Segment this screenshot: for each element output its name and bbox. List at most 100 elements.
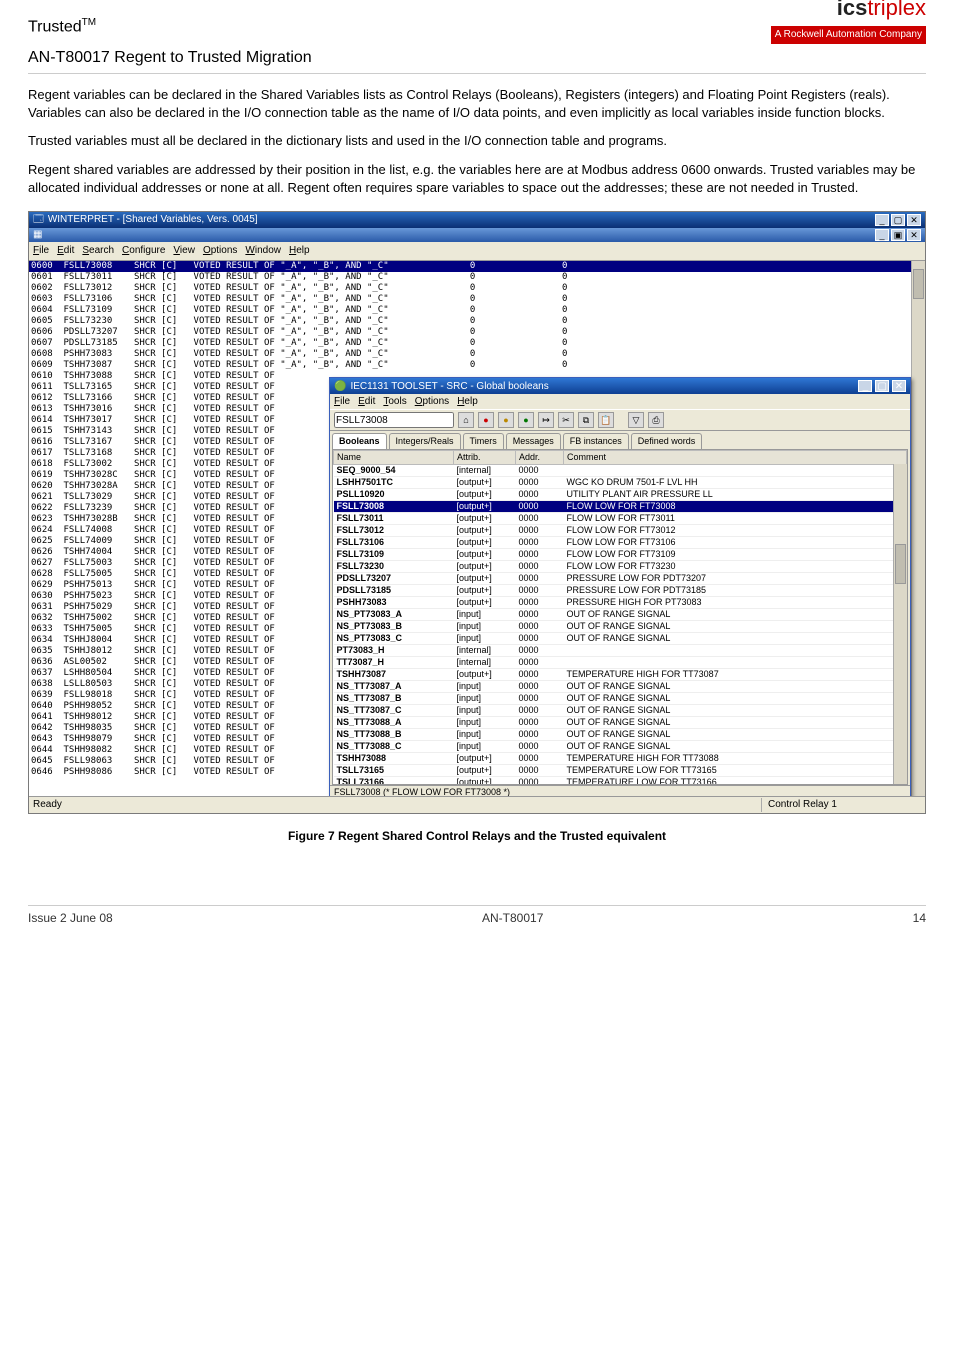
iec1131-tabs[interactable]: BooleansIntegers/RealsTimersMessagesFB i… <box>330 431 910 449</box>
footer-right: 14 <box>913 910 926 927</box>
grid-row[interactable]: TSLL73166[output+]0000TEMPERATURE LOW FO… <box>334 777 907 786</box>
grid-row[interactable]: NS_PT73083_C[input]0000OUT OF RANGE SIGN… <box>334 633 907 645</box>
paragraph-2: Trusted variables must all be declared i… <box>28 132 926 150</box>
tab-booleans[interactable]: Booleans <box>332 433 387 449</box>
iec-min[interactable]: _ <box>858 380 872 392</box>
col-name[interactable]: Name <box>334 451 454 465</box>
grid-row[interactable]: PDSLL73207[output+]0000PRESSURE LOW FOR … <box>334 573 907 585</box>
iec-menu-tools[interactable]: Tools <box>383 396 406 407</box>
grid-row[interactable]: FSLL73106[output+]0000FLOW LOW FOR FT731… <box>334 537 907 549</box>
shared-row[interactable]: 0601 FSLL73011 SHCR [C] VOTED RESULT OF … <box>29 272 925 283</box>
iec1131-menubar[interactable]: File Edit Tools Options Help <box>330 394 910 409</box>
grid-row[interactable]: PT73083_H[internal]0000 <box>334 645 907 657</box>
search-icon[interactable]: ● <box>518 412 534 428</box>
maximize-button[interactable]: ▢ <box>891 214 905 226</box>
grid-row[interactable]: PDSLL73185[output+]0000PRESSURE LOW FOR … <box>334 585 907 597</box>
menu-help[interactable]: Help <box>289 245 310 256</box>
cut-icon[interactable]: ✂ <box>558 412 574 428</box>
menu-edit[interactable]: Edit <box>57 245 74 256</box>
menu-search[interactable]: Search <box>82 245 114 256</box>
iec-menu-file[interactable]: File <box>334 396 350 407</box>
col-addr[interactable]: Addr. <box>516 451 564 465</box>
tab-defined-words[interactable]: Defined words <box>631 433 703 449</box>
iec-menu-edit[interactable]: Edit <box>358 396 375 407</box>
shared-row[interactable]: 0606 PDSLL73207 SHCR [C] VOTED RESULT OF… <box>29 327 925 338</box>
iec-max[interactable]: ▢ <box>875 380 889 392</box>
shared-row[interactable]: 0602 FSLL73012 SHCR [C] VOTED RESULT OF … <box>29 283 925 294</box>
grid-row[interactable]: TSHH73088[output+]0000TEMPERATURE HIGH F… <box>334 753 907 765</box>
winterpret-menubar[interactable]: File Edit Search Configure View Options Window… <box>29 242 925 260</box>
boolean-grid[interactable]: NameAttrib.Addr.Comment SEQ_9000_54[inte… <box>332 449 908 785</box>
grid-row[interactable]: TT73087_H[internal]0000 <box>334 657 907 669</box>
print-icon[interactable]: ⎙ <box>648 412 664 428</box>
grid-row[interactable]: PSHH73083[output+]0000PRESSURE HIGH FOR … <box>334 597 907 609</box>
home-icon[interactable]: ⌂ <box>458 412 474 428</box>
grid-scrollbar[interactable] <box>893 464 907 784</box>
tab-integers-reals[interactable]: Integers/Reals <box>389 433 461 449</box>
grid-row[interactable]: FSLL73012[output+]0000FLOW LOW FOR FT730… <box>334 525 907 537</box>
grid-row[interactable]: NS_TT73088_C[input]0000OUT OF RANGE SIGN… <box>334 741 907 753</box>
shared-variable-listing[interactable]: 0600 FSLL73008 SHCR [C] VOTED RESULT OF … <box>29 260 925 796</box>
grid-row[interactable]: FSLL73109[output+]0000FLOW LOW FOR FT731… <box>334 549 907 561</box>
shared-row[interactable]: 0604 FSLL73109 SHCR [C] VOTED RESULT OF … <box>29 305 925 316</box>
col-comment[interactable]: Comment <box>564 451 907 465</box>
tab-timers[interactable]: Timers <box>463 433 504 449</box>
grid-row[interactable]: TSHH73087[output+]0000TEMPERATURE HIGH F… <box>334 669 907 681</box>
search-input[interactable] <box>334 412 454 428</box>
arrow-right-icon[interactable]: ↦ <box>538 412 554 428</box>
iec-menu-options[interactable]: Options <box>415 396 449 407</box>
shared-row[interactable]: 0600 FSLL73008 SHCR [C] VOTED RESULT OF … <box>29 261 925 272</box>
shared-row[interactable]: 0609 TSHH73087 SHCR [C] VOTED RESULT OF … <box>29 360 925 371</box>
col-attrib[interactable]: Attrib. <box>454 451 516 465</box>
footer-center: AN-T80017 <box>482 910 543 927</box>
grid-row[interactable]: SEQ_9000_54[internal]0000 <box>334 465 907 477</box>
app-icon: 🗔 <box>33 213 44 227</box>
grid-row[interactable]: FSLL73008[output+]0000FLOW LOW FOR FT730… <box>334 501 907 513</box>
grid-row[interactable]: TSLL73165[output+]0000TEMPERATURE LOW FO… <box>334 765 907 777</box>
grid-row[interactable]: NS_TT73088_B[input]0000OUT OF RANGE SIGN… <box>334 729 907 741</box>
grid-row[interactable]: NS_PT73083_A[input]0000OUT OF RANGE SIGN… <box>334 609 907 621</box>
shared-row[interactable]: 0608 PSHH73083 SHCR [C] VOTED RESULT OF … <box>29 349 925 360</box>
grid-row[interactable]: NS_TT73088_A[input]0000OUT OF RANGE SIGN… <box>334 717 907 729</box>
sort-icon[interactable]: ▽ <box>628 412 644 428</box>
scrollbar-outer[interactable] <box>911 261 925 796</box>
scrollbar-thumb[interactable] <box>913 269 924 299</box>
grid-row[interactable]: FSLL73011[output+]0000FLOW LOW FOR FT730… <box>334 513 907 525</box>
shared-row[interactable]: 0605 FSLL73230 SHCR [C] VOTED RESULT OF … <box>29 316 925 327</box>
grid-row[interactable]: LSHH7501TC[output+]0000WGC KO DRUM 7501-… <box>334 477 907 489</box>
mdi-minimize[interactable]: _ <box>875 229 889 241</box>
page-footer: Issue 2 June 08 AN-T80017 14 <box>28 905 926 927</box>
minimize-button[interactable]: _ <box>875 214 889 226</box>
menu-options[interactable]: Options <box>203 245 237 256</box>
mdi-restore[interactable]: ▣ <box>891 229 905 241</box>
pause-icon[interactable]: ● <box>498 412 514 428</box>
tab-messages[interactable]: Messages <box>506 433 561 449</box>
grid-row[interactable]: NS_TT73087_A[input]0000OUT OF RANGE SIGN… <box>334 681 907 693</box>
status-ready: Ready <box>33 798 761 812</box>
grid-row[interactable]: NS_TT73087_B[input]0000OUT OF RANGE SIGN… <box>334 693 907 705</box>
winterpret-titlebar[interactable]: 🗔 WINTERPRET - [Shared Variables, Vers. … <box>29 212 925 228</box>
paste-icon[interactable]: 📋 <box>598 412 614 428</box>
menu-window[interactable]: Window <box>245 245 281 256</box>
grid-scroll-thumb[interactable] <box>895 544 906 584</box>
menu-view[interactable]: View <box>173 245 195 256</box>
grid-row[interactable]: NS_TT73087_C[input]0000OUT OF RANGE SIGN… <box>334 705 907 717</box>
iec-menu-help[interactable]: Help <box>457 396 478 407</box>
grid-row[interactable]: FSLL73230[output+]0000FLOW LOW FOR FT732… <box>334 561 907 573</box>
iec-icon: 🟢 <box>334 381 346 392</box>
grid-row[interactable]: PSLL10920[output+]0000UTILITY PLANT AIR … <box>334 489 907 501</box>
stop-icon[interactable]: ● <box>478 412 494 428</box>
shared-row[interactable]: 0607 PDSLL73185 SHCR [C] VOTED RESULT OF… <box>29 338 925 349</box>
close-button[interactable]: ✕ <box>907 214 921 226</box>
shared-row[interactable]: 0603 FSLL73106 SHCR [C] VOTED RESULT OF … <box>29 294 925 305</box>
footer-left: Issue 2 June 08 <box>28 910 113 927</box>
iec1131-titlebar[interactable]: 🟢 IEC1131 TOOLSET - SRC - Global boolean… <box>330 378 910 394</box>
tab-fb-instances[interactable]: FB instances <box>563 433 629 449</box>
iec-close[interactable]: ✕ <box>892 380 906 392</box>
iec1131-toolbar[interactable]: ⌂ ● ● ● ↦ ✂ ⧉ 📋 ▽ ⎙ <box>330 409 910 431</box>
mdi-close[interactable]: ✕ <box>907 229 921 241</box>
menu-file[interactable]: File <box>33 245 49 256</box>
copy-icon[interactable]: ⧉ <box>578 412 594 428</box>
grid-row[interactable]: NS_PT73083_B[input]0000OUT OF RANGE SIGN… <box>334 621 907 633</box>
menu-configure[interactable]: Configure <box>122 245 165 256</box>
